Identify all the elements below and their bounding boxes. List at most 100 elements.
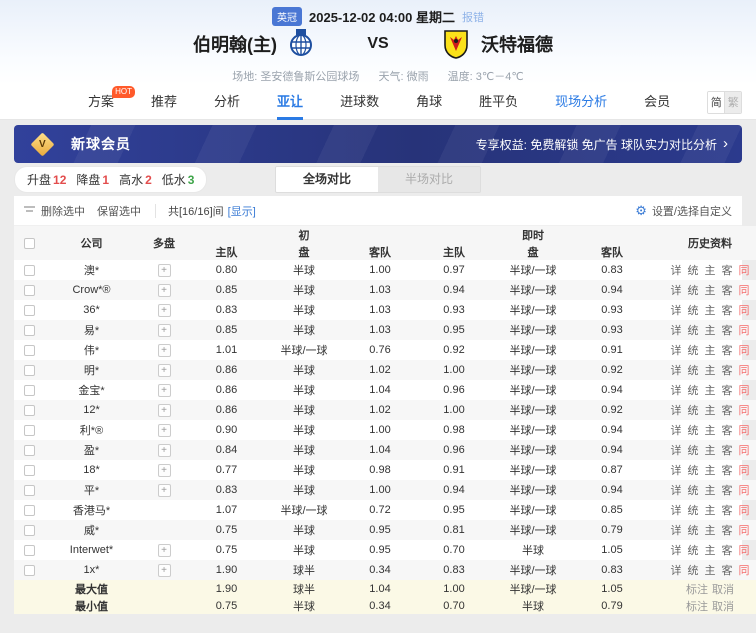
company-name[interactable]: 平* [44, 480, 139, 500]
history-link[interactable]: 同 [739, 365, 750, 377]
nav-item-1x2[interactable]: 胜平负 [479, 85, 518, 120]
row-checkbox[interactable] [24, 365, 35, 376]
company-name[interactable]: 盈* [44, 440, 139, 460]
history-link[interactable]: 统 [688, 305, 699, 317]
row-checkbox[interactable] [24, 265, 35, 276]
nav-item-goals[interactable]: 进球数 [340, 85, 379, 120]
expand-plus-button[interactable]: + [158, 564, 171, 577]
history-link[interactable]: 客 [722, 345, 733, 357]
expand-plus-button[interactable]: + [158, 284, 171, 297]
history-link[interactable]: 统 [688, 565, 699, 577]
row-checkbox[interactable] [24, 425, 35, 436]
history-link[interactable]: 统 [688, 445, 699, 457]
row-checkbox[interactable] [24, 305, 35, 316]
history-link[interactable]: 客 [722, 525, 733, 537]
summary-action-link[interactable]: 标注 [686, 601, 708, 613]
row-checkbox[interactable] [24, 565, 35, 576]
company-name[interactable]: 易* [44, 320, 139, 340]
nav-item-analysis[interactable]: 分析 [214, 85, 240, 120]
nav-item-asian-handicap[interactable]: 亚让 [277, 85, 303, 120]
history-link[interactable]: 客 [722, 265, 733, 277]
history-link[interactable]: 同 [739, 405, 750, 417]
league-badge[interactable]: 英冠 [272, 7, 302, 26]
expand-plus-button[interactable]: + [158, 364, 171, 377]
expand-plus-button[interactable]: + [158, 324, 171, 337]
tab-full-match-compare[interactable]: 全场对比 [276, 167, 378, 192]
company-name[interactable]: 金宝* [44, 380, 139, 400]
lang-simplified-button[interactable]: 简 [708, 92, 724, 113]
history-link[interactable]: 详 [671, 425, 682, 437]
history-link[interactable]: 统 [688, 265, 699, 277]
history-link[interactable]: 详 [671, 405, 682, 417]
expand-plus-button[interactable]: + [158, 544, 171, 557]
history-link[interactable]: 主 [705, 425, 716, 437]
history-link[interactable]: 详 [671, 265, 682, 277]
history-link[interactable]: 主 [705, 285, 716, 297]
nav-item-plans[interactable]: 方案 HOT [88, 85, 114, 120]
company-name[interactable]: 利*® [44, 420, 139, 440]
expand-plus-button[interactable]: + [158, 404, 171, 417]
history-link[interactable]: 主 [705, 485, 716, 497]
history-link[interactable]: 同 [739, 265, 750, 277]
delete-selected-button[interactable]: 删除选中 [41, 203, 85, 219]
history-link[interactable]: 主 [705, 565, 716, 577]
nav-item-membership[interactable]: 会员 [644, 85, 670, 120]
history-link[interactable]: 客 [722, 445, 733, 457]
history-link[interactable]: 详 [671, 385, 682, 397]
row-checkbox[interactable] [24, 345, 35, 356]
company-name[interactable]: 1x* [44, 560, 139, 580]
row-checkbox[interactable] [24, 525, 35, 536]
history-link[interactable]: 详 [671, 325, 682, 337]
history-link[interactable]: 同 [739, 525, 750, 537]
company-name[interactable]: 威* [44, 520, 139, 540]
history-link[interactable]: 详 [671, 465, 682, 477]
show-link[interactable]: [显示] [228, 203, 256, 219]
history-link[interactable]: 详 [671, 565, 682, 577]
expand-plus-button[interactable]: + [158, 384, 171, 397]
select-all-checkbox[interactable] [24, 238, 35, 249]
history-link[interactable]: 详 [671, 445, 682, 457]
report-error-link[interactable]: 报错 [462, 9, 484, 25]
history-link[interactable]: 客 [722, 325, 733, 337]
history-link[interactable]: 主 [705, 505, 716, 517]
history-link[interactable]: 客 [722, 565, 733, 577]
row-checkbox[interactable] [24, 485, 35, 496]
history-link[interactable]: 主 [705, 445, 716, 457]
history-link[interactable]: 同 [739, 285, 750, 297]
history-link[interactable]: 主 [705, 465, 716, 477]
history-link[interactable]: 详 [671, 285, 682, 297]
history-link[interactable]: 统 [688, 385, 699, 397]
company-name[interactable]: 澳* [44, 260, 139, 280]
settings-customize-button[interactable]: ⚙ 设置/选择自定义 [635, 203, 732, 219]
row-checkbox[interactable] [24, 405, 35, 416]
row-checkbox[interactable] [24, 505, 35, 516]
company-name[interactable]: Interwet* [44, 540, 139, 560]
expand-plus-button[interactable]: + [158, 304, 171, 317]
history-link[interactable]: 同 [739, 485, 750, 497]
history-link[interactable]: 统 [688, 425, 699, 437]
expand-plus-button[interactable]: + [158, 444, 171, 457]
tab-half-match-compare[interactable]: 半场对比 [378, 167, 480, 192]
history-link[interactable]: 主 [705, 385, 716, 397]
summary-action-link[interactable]: 取消 [712, 584, 734, 596]
vip-banner[interactable]: V 新球会员 专享权益: 免费解锁 免广告 球队实力对比分析 › [14, 125, 742, 163]
company-name[interactable]: 12* [44, 400, 139, 420]
expand-plus-button[interactable]: + [158, 484, 171, 497]
history-link[interactable]: 同 [739, 345, 750, 357]
history-link[interactable]: 客 [722, 465, 733, 477]
history-link[interactable]: 详 [671, 485, 682, 497]
history-link[interactable]: 主 [705, 365, 716, 377]
history-link[interactable]: 同 [739, 465, 750, 477]
company-name[interactable]: 明* [44, 360, 139, 380]
chevron-right-icon[interactable]: › [723, 138, 728, 150]
history-link[interactable]: 同 [739, 325, 750, 337]
history-link[interactable]: 客 [722, 285, 733, 297]
history-link[interactable]: 客 [722, 405, 733, 417]
history-link[interactable]: 主 [705, 545, 716, 557]
row-checkbox[interactable] [24, 385, 35, 396]
row-checkbox[interactable] [24, 445, 35, 456]
nav-item-recommend[interactable]: 推荐 [151, 85, 177, 120]
row-checkbox[interactable] [24, 465, 35, 476]
history-link[interactable]: 详 [671, 365, 682, 377]
company-name[interactable]: 伟* [44, 340, 139, 360]
